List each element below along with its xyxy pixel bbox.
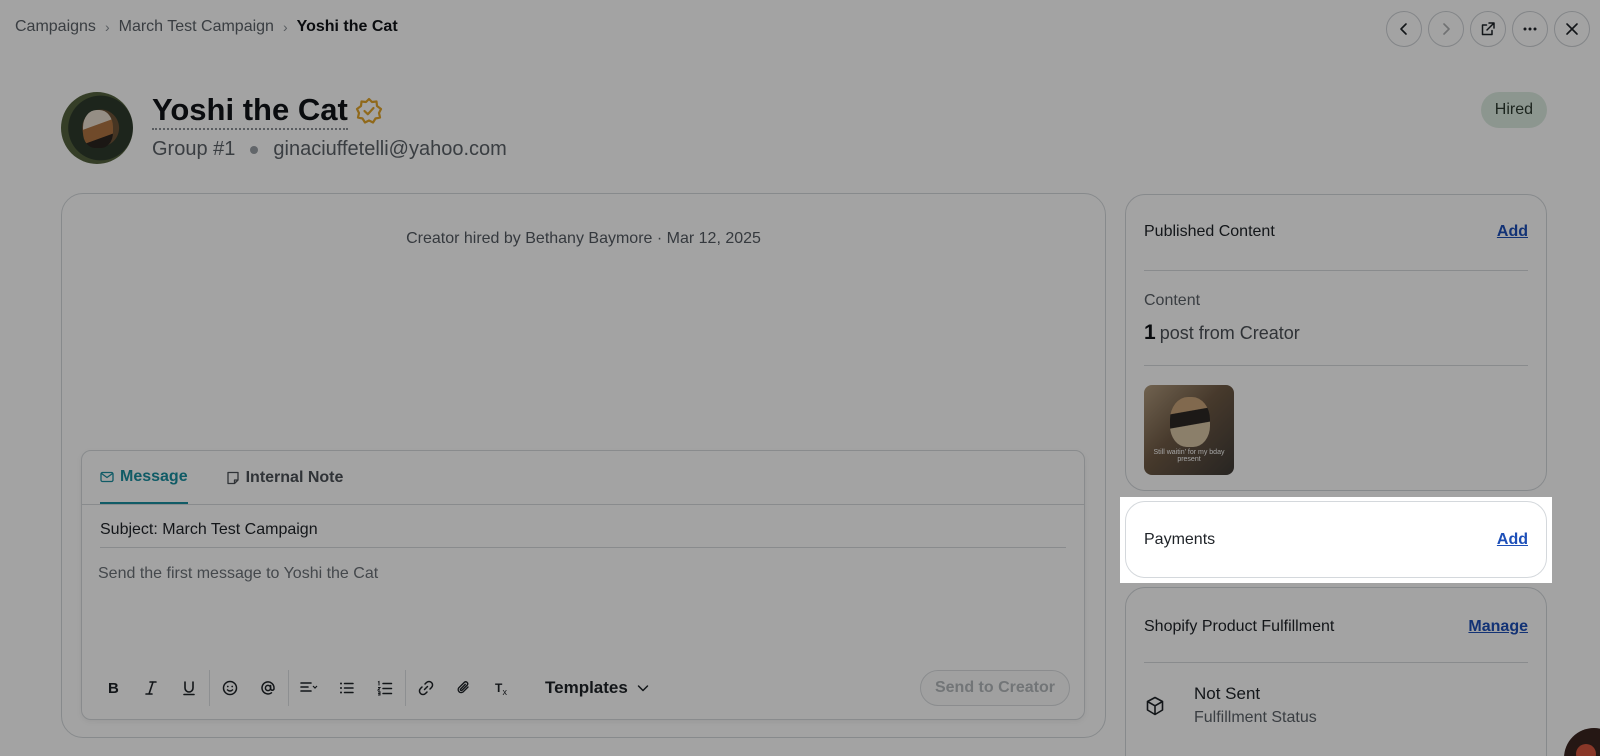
message-composer: Message Internal Note Subject: March Tes… xyxy=(81,450,1085,720)
content-count: 1 post from Creator xyxy=(1144,321,1300,345)
bold-icon: B xyxy=(108,680,119,697)
status-badge: Hired xyxy=(1480,92,1547,128)
breadcrumb-separator: › xyxy=(104,19,110,35)
more-options-button[interactable] xyxy=(1512,11,1548,47)
breadcrumb: Campaigns › March Test Campaign › Yoshi … xyxy=(15,18,398,36)
thumbnail-cat-image xyxy=(1170,397,1210,447)
bullet-list-icon xyxy=(340,682,354,694)
payments-add-link[interactable]: Add xyxy=(1497,531,1528,549)
payments-card: Payments Add xyxy=(1125,501,1547,578)
creator-group: Group #1 xyxy=(152,138,236,160)
mail-icon xyxy=(100,471,114,482)
chat-launcher[interactable] xyxy=(1564,728,1600,756)
svg-text:x: x xyxy=(503,687,508,697)
templates-button[interactable]: Templates xyxy=(531,670,664,706)
mention-button[interactable] xyxy=(249,669,287,707)
divider xyxy=(1144,662,1528,663)
link-icon xyxy=(418,680,434,696)
content-label: Content xyxy=(1144,292,1201,309)
activity-event: Creator hired by Bethany Baymore · Mar 1… xyxy=(406,230,761,247)
toolbar-separator xyxy=(405,670,406,706)
fulfillment-status-label: Fulfillment Status xyxy=(1194,709,1317,726)
nav-buttons xyxy=(1386,11,1590,47)
close-icon xyxy=(1566,23,1578,35)
underline-icon xyxy=(183,681,195,696)
previous-button[interactable] xyxy=(1386,11,1422,47)
payments-title: Payments xyxy=(1144,531,1216,548)
creator-name[interactable]: Yoshi the Cat xyxy=(152,92,348,130)
breadcrumb-campaign[interactable]: March Test Campaign xyxy=(119,18,274,36)
external-link-icon xyxy=(1481,22,1495,36)
more-icon xyxy=(1523,27,1537,31)
message-input[interactable]: Send the first message to Yoshi the Cat xyxy=(98,565,378,583)
numbered-list-icon xyxy=(376,680,393,696)
templates-label: Templates xyxy=(545,678,628,697)
creator-email: ginaciuffetelli@yahoo.com xyxy=(273,138,507,160)
tab-internal-note-label: Internal Note xyxy=(245,468,344,486)
shopify-fulfillment-card: Shopify Product Fulfillment Manage Not S… xyxy=(1125,587,1547,756)
align-button[interactable] xyxy=(290,669,328,707)
open-external-button[interactable] xyxy=(1470,11,1506,47)
attach-button[interactable] xyxy=(445,669,483,707)
divider xyxy=(100,547,1066,548)
send-to-creator-button[interactable]: Send to Creator xyxy=(919,670,1070,706)
breadcrumb-separator: › xyxy=(282,19,288,35)
at-sign-icon xyxy=(261,681,275,695)
verified-badge-icon xyxy=(355,97,383,124)
breadcrumb-campaigns[interactable]: Campaigns xyxy=(15,18,96,36)
chevron-down-icon xyxy=(637,685,649,692)
package-icon xyxy=(1146,696,1164,716)
numbered-list-button[interactable] xyxy=(366,669,404,707)
svg-text:B: B xyxy=(108,680,119,697)
divider xyxy=(1144,365,1528,366)
toolbar-separator xyxy=(209,670,210,706)
creator-subline: Group #1 ginaciuffetelli@yahoo.com xyxy=(152,138,507,161)
tab-internal-note[interactable]: Internal Note xyxy=(226,451,344,504)
content-count-suffix: post from Creator xyxy=(1159,323,1300,343)
italic-icon xyxy=(145,681,157,695)
page: Campaigns › March Test Campaign › Yoshi … xyxy=(0,0,1600,756)
clear-formatting-button[interactable]: Tx xyxy=(483,669,521,707)
emoji-icon xyxy=(222,680,238,696)
breadcrumb-current: Yoshi the Cat xyxy=(296,18,398,35)
italic-button[interactable] xyxy=(132,669,170,707)
link-button[interactable] xyxy=(407,669,445,707)
bulleted-list-button[interactable] xyxy=(328,669,366,707)
paperclip-icon xyxy=(457,681,469,694)
next-button[interactable] xyxy=(1428,11,1464,47)
chevron-right-icon xyxy=(1443,23,1450,35)
thumbnail-caption: Still waitin' for my bday present xyxy=(1153,449,1225,463)
close-button[interactable] xyxy=(1554,11,1590,47)
avatar xyxy=(61,92,133,164)
divider xyxy=(82,504,1084,505)
subject-field[interactable]: Subject: March Test Campaign xyxy=(100,521,318,539)
tab-message-label: Message xyxy=(120,467,188,485)
avatar-cat-image xyxy=(83,110,113,148)
fulfillment-status-value: Not Sent xyxy=(1194,684,1261,703)
emoji-button[interactable] xyxy=(211,669,249,707)
toolbar-separator xyxy=(288,670,289,706)
formatting-toolbar: B T x Templates xyxy=(94,669,664,707)
divider xyxy=(1144,270,1528,271)
tab-message[interactable]: Message xyxy=(100,451,188,504)
note-icon xyxy=(226,471,239,484)
underline-button[interactable] xyxy=(170,669,208,707)
conversation-panel: Creator hired by Bethany Baymore · Mar 1… xyxy=(61,193,1106,738)
separator-dot xyxy=(250,145,259,154)
published-content-title: Published Content xyxy=(1144,223,1275,240)
clear-format-icon: Tx xyxy=(495,681,508,697)
shopify-fulfillment-title: Shopify Product Fulfillment xyxy=(1144,618,1335,635)
content-thumbnail[interactable]: Still waitin' for my bday present xyxy=(1144,385,1234,475)
shopify-manage-link[interactable]: Manage xyxy=(1468,618,1528,636)
published-content-add-link[interactable]: Add xyxy=(1497,223,1528,241)
bold-button[interactable]: B xyxy=(94,669,132,707)
composer-tabs: Message Internal Note xyxy=(100,451,343,504)
align-left-icon xyxy=(300,682,318,692)
published-content-card: Published Content Add Content 1 post from… xyxy=(1125,194,1547,491)
chevron-left-icon xyxy=(1400,23,1407,35)
chat-icon xyxy=(1576,744,1596,756)
content-count-number: 1 xyxy=(1144,321,1156,344)
